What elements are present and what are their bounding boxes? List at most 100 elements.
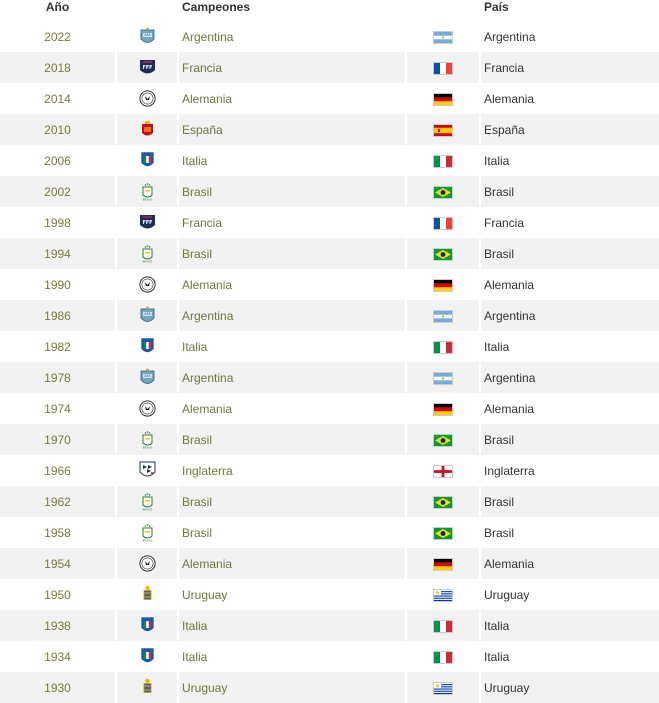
italy-crest-icon	[139, 616, 156, 635]
table-row: 1986 AFA Argentina Argentina	[0, 300, 659, 331]
champion-link[interactable]: Italia	[179, 610, 405, 641]
year-cell: 2018	[0, 52, 115, 83]
champion-link[interactable]: Argentina	[179, 21, 405, 52]
italy-flag-icon	[433, 340, 453, 354]
year-cell: 2014	[44, 91, 71, 106]
champion-link[interactable]: Uruguay	[179, 672, 405, 703]
country-cell: Brasil	[481, 486, 659, 517]
champion-link[interactable]: Brasil	[179, 238, 405, 269]
champion-link[interactable]: Alemania	[179, 548, 405, 579]
table-row: 1994 BRASIL Brasil Brasil	[0, 238, 659, 269]
champion-link[interactable]: Alemania	[179, 269, 405, 300]
year-cell: 1982	[44, 339, 71, 354]
year-cell: 1994	[0, 238, 115, 269]
spain-crest-icon	[139, 120, 156, 139]
svg-text:BRASIL: BRASIL	[142, 446, 152, 450]
champion-link[interactable]: Italia	[179, 145, 405, 176]
country-cell: Francia	[481, 52, 659, 83]
country-cell: Italia	[481, 610, 659, 641]
brazil-crest-icon: BRASIL	[139, 244, 156, 263]
year-cell: 1954	[0, 548, 115, 579]
brazil-crest-icon: BRASIL	[139, 182, 156, 201]
year-cell: 1998	[44, 215, 71, 230]
year-cell: 1986	[0, 300, 115, 331]
year-cell: 1974	[44, 401, 71, 416]
table-row: 2022 AFA Argentina Argentina	[0, 21, 659, 52]
champion-link[interactable]: España	[179, 114, 405, 145]
champion-link[interactable]: Italia	[179, 641, 405, 672]
uruguay-flag-icon	[433, 588, 453, 602]
year-cell: 1970	[0, 424, 115, 455]
germany-crest-icon	[138, 399, 156, 418]
argentina-crest-icon: AFA	[139, 27, 156, 46]
champion-link[interactable]: Inglaterra	[179, 455, 405, 486]
argentina-crest-icon: AFA	[139, 306, 156, 325]
country-cell: Brasil	[481, 176, 659, 207]
germany-flag-icon	[433, 92, 453, 106]
year-cell: 2002	[0, 176, 115, 207]
country-cell: Brasil	[481, 424, 659, 455]
champion-link[interactable]: Alemania	[179, 393, 405, 424]
svg-text:FFF: FFF	[142, 65, 152, 71]
header-champions: Campeones	[182, 0, 251, 14]
country-cell: Alemania	[484, 91, 535, 106]
champion-link[interactable]: Italia	[179, 331, 405, 362]
country-cell: Uruguay	[481, 672, 659, 703]
france-crest-icon: FFF	[139, 213, 156, 232]
uruguay-crest-icon	[139, 678, 156, 697]
champion-link[interactable]: Brasil	[179, 517, 405, 548]
uruguay-flag-icon	[433, 681, 453, 695]
champion-link[interactable]: Argentina	[179, 362, 405, 393]
spain-flag-icon	[433, 123, 453, 137]
country-cell: Italia	[484, 649, 510, 664]
italy-flag-icon	[433, 619, 453, 633]
england-crest-icon	[139, 461, 156, 480]
table-header-row: Año Campeones País	[0, 0, 659, 21]
svg-text:BRASIL: BRASIL	[142, 539, 152, 543]
table-row: 1962 BRASIL Brasil Brasil	[0, 486, 659, 517]
year-cell: 2006	[44, 153, 71, 168]
year-cell: 2022	[44, 29, 71, 44]
svg-text:AFA: AFA	[144, 33, 151, 37]
germany-crest-icon	[138, 275, 156, 294]
country-cell: Argentina	[484, 29, 536, 44]
brazil-crest-icon: BRASIL	[139, 492, 156, 511]
table-row: 1990 Alemania Alemania	[0, 269, 659, 300]
champion-link[interactable]: Alemania	[179, 83, 405, 114]
champion-link[interactable]: Brasil	[179, 424, 405, 455]
year-cell: 1966	[44, 463, 71, 478]
table-row: 2002 BRASIL Brasil Brasil	[0, 176, 659, 207]
italy-crest-icon	[139, 151, 156, 170]
champion-link[interactable]: Argentina	[179, 300, 405, 331]
italy-crest-icon	[139, 337, 156, 356]
header-flag	[407, 0, 479, 21]
champion-link[interactable]: Uruguay	[179, 579, 405, 610]
germany-flag-icon	[433, 557, 453, 571]
svg-text:AFA: AFA	[144, 374, 151, 378]
country-cell: Brasil	[484, 525, 515, 540]
france-flag-icon	[433, 61, 453, 75]
brazil-flag-icon	[433, 185, 453, 199]
france-crest-icon: FFF	[139, 58, 156, 77]
brazil-flag-icon	[433, 495, 453, 509]
year-cell: 1934	[44, 649, 71, 664]
brazil-crest-icon: BRASIL	[139, 523, 156, 542]
year-cell: 1962	[0, 486, 115, 517]
country-cell: Argentina	[481, 300, 659, 331]
country-cell: Brasil	[481, 238, 659, 269]
italy-flag-icon	[433, 154, 453, 168]
table-row: 2006 Italia Italia	[0, 145, 659, 176]
champion-link[interactable]: Brasil	[179, 176, 405, 207]
germany-flag-icon	[433, 278, 453, 292]
champion-link[interactable]: Francia	[179, 207, 405, 238]
country-cell: Alemania	[484, 401, 535, 416]
table-row: 1938 Italia Italia	[0, 610, 659, 641]
uruguay-crest-icon	[139, 585, 156, 604]
table-row: 1998 FFF Francia Francia	[0, 207, 659, 238]
france-flag-icon	[433, 216, 453, 230]
champion-link[interactable]: Brasil	[179, 486, 405, 517]
year-cell: 1990	[44, 277, 71, 292]
table-row: 1978 AFA Argentina Argentina	[0, 362, 659, 393]
champion-link[interactable]: Francia	[179, 52, 405, 83]
svg-text:AFA: AFA	[144, 312, 151, 316]
